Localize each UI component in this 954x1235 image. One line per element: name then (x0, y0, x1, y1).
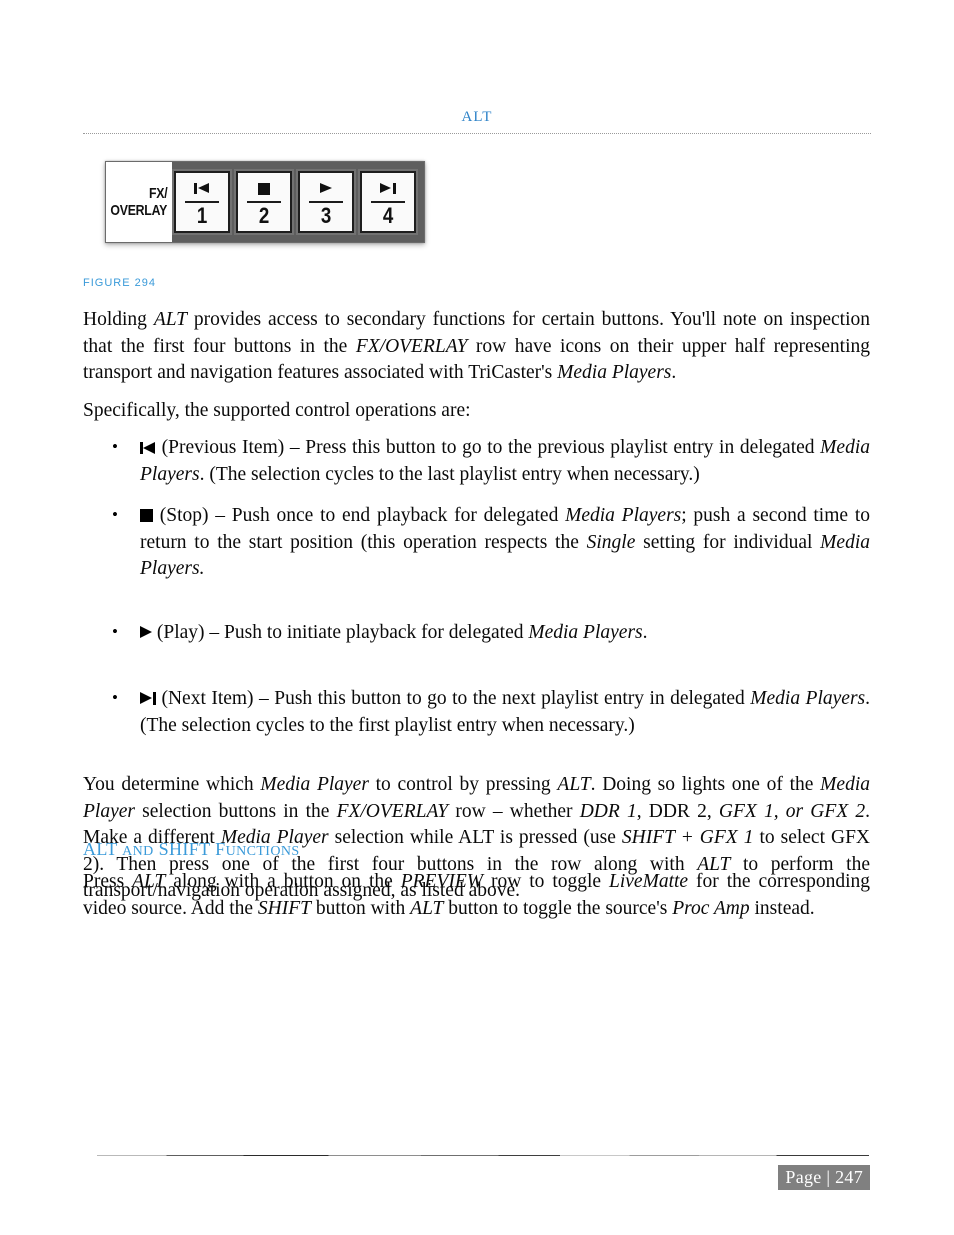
previous-item-icon (140, 442, 156, 454)
console-button-3[interactable]: 3 (298, 171, 354, 233)
bullet-4-emphasis-1: Media Players (750, 688, 866, 709)
body-content: Holding ALT provides access to secondary… (83, 307, 870, 905)
intro-alt-emphasis: ALT (153, 309, 188, 330)
header-divider-rule (83, 133, 871, 134)
closing-emphasis-1: ALT (132, 871, 166, 892)
previous-item-icon (193, 176, 211, 200)
closing-emphasis-3: LiveMatte (609, 871, 689, 892)
summary-text-e: row – whether (448, 800, 580, 822)
heading-part-unctions: UNCTIONS (225, 844, 300, 859)
console-button-row: FX/ OVERLAY 1 2 3 4 (105, 161, 425, 243)
fx-overlay-row-label: FX/ OVERLAY (106, 162, 172, 242)
intro-text-d: . (671, 362, 677, 383)
bullet-4-text-a: (Next Item) – Push this button to go to … (156, 688, 751, 709)
heading-part-alt: ALT (83, 839, 118, 859)
summary-text-d: selection buttons in the (134, 800, 337, 822)
paragraph-operations-lead: Specifically, the supported control oper… (83, 399, 471, 421)
closing-content: Press ALT along with a button on the PRE… (83, 869, 870, 922)
summary-emphasis-4: FX/OVERLAY (336, 800, 449, 822)
running-header-title: ALT (461, 109, 493, 125)
console-button-1-number: 1 (196, 203, 208, 228)
section-heading: ALT AND SHIFT FUNCTIONS (83, 839, 300, 860)
closing-text-g: instead. (749, 897, 815, 919)
next-item-icon (140, 692, 156, 705)
summary-emphasis-8: SHIFT + GFX 1 (621, 827, 754, 848)
page-number-badge: Page | 247 (778, 1165, 870, 1190)
paragraph-closing: Press ALT along with a button on the PRE… (83, 869, 870, 922)
closing-text-e: button with (311, 897, 411, 919)
paragraph-intro: Holding ALT provides access to secondary… (83, 307, 870, 387)
stop-icon (257, 176, 271, 200)
stop-icon (140, 509, 153, 522)
list-item: (Play) – Push to initiate playback for d… (83, 619, 870, 647)
closing-emphasis-2: PREVIEW (400, 871, 484, 892)
intro-text-a: Holding (83, 309, 154, 330)
document-page: ALT FX/ OVERLAY 1 2 3 4 FIGURE 294 Holdi… (0, 0, 954, 1235)
list-item: (Stop) – Push once to end playback for d… (83, 502, 870, 583)
summary-text-h: selection while ALT is pressed (use (328, 827, 622, 848)
next-item-icon (379, 176, 397, 200)
bullet-3-emphasis-1: Media Players (528, 621, 643, 643)
heading-part-shift: SHIFT (158, 839, 211, 859)
bullet-2-text-a: (Stop) – Push once to end playback for d… (153, 505, 566, 526)
console-button-4-number: 4 (382, 203, 394, 228)
figure-caption: FIGURE 294 (83, 277, 156, 289)
footer-divider-rule (97, 1155, 869, 1156)
summary-text-a: You determine which (83, 774, 261, 795)
console-button-2[interactable]: 2 (236, 171, 292, 233)
intro-fxoverlay-emphasis: FX/OVERLAY (355, 335, 468, 357)
play-icon (140, 625, 152, 639)
console-button-strip: 1 2 3 4 (172, 162, 424, 242)
summary-text-c: . Doing so lights one of the (590, 774, 821, 795)
summary-emphasis-5: DDR 1 (579, 800, 637, 822)
bullet-1-text-a: (Previous Item) – Press this button to g… (156, 437, 821, 458)
console-button-3-number: 3 (320, 203, 332, 228)
play-icon (319, 176, 333, 200)
bullet-2-emphasis-2: Single (586, 531, 636, 553)
bullet-2-emphasis-1: Media Players (565, 505, 682, 526)
bullet-1-text-b: . (The selection cycles to the last play… (199, 463, 700, 485)
console-button-2-number: 2 (258, 203, 270, 228)
list-item: (Previous Item) – Press this button to g… (83, 434, 870, 488)
list-item: (Next Item) – Push this button to go to … (83, 685, 870, 739)
console-button-1[interactable]: 1 (174, 171, 230, 233)
running-header: ALT (83, 108, 871, 126)
summary-emphasis-6: GFX 1, or GFX 2 (718, 800, 866, 822)
summary-emphasis-2: ALT (557, 774, 591, 795)
bullet-2-text-c: setting for individual (635, 531, 821, 553)
fx-overlay-label-line1: FX/ (148, 185, 168, 202)
closing-text-a: Press (83, 871, 133, 892)
fx-overlay-label-line2: OVERLAY (110, 202, 167, 219)
closing-emphasis-6: Proc Amp (672, 897, 750, 919)
summary-text-b: to control by pressing (368, 774, 558, 795)
summary-emphasis-1: Media Player (260, 774, 369, 795)
bullet-3-text-b: . (642, 621, 648, 643)
closing-text-f: button to toggle the source's (443, 897, 673, 919)
closing-emphasis-5: ALT (410, 897, 444, 919)
bullet-3-text-a: (Play) – Push to initiate playback for d… (152, 621, 529, 643)
closing-emphasis-4: SHIFT (257, 897, 312, 919)
closing-text-b: along with a button on the (165, 871, 401, 892)
heading-part-and: AND (122, 844, 154, 859)
figure-294-image: FX/ OVERLAY 1 2 3 4 (105, 161, 425, 243)
heading-part-f: F (215, 839, 226, 859)
intro-mediaplayers-emphasis: Media Players (557, 362, 672, 383)
closing-text-c: row to toggle (483, 871, 610, 892)
operations-list: (Previous Item) – Press this button to g… (83, 434, 870, 739)
console-button-4[interactable]: 4 (360, 171, 416, 233)
summary-text-f: , DDR 2, (636, 800, 719, 822)
